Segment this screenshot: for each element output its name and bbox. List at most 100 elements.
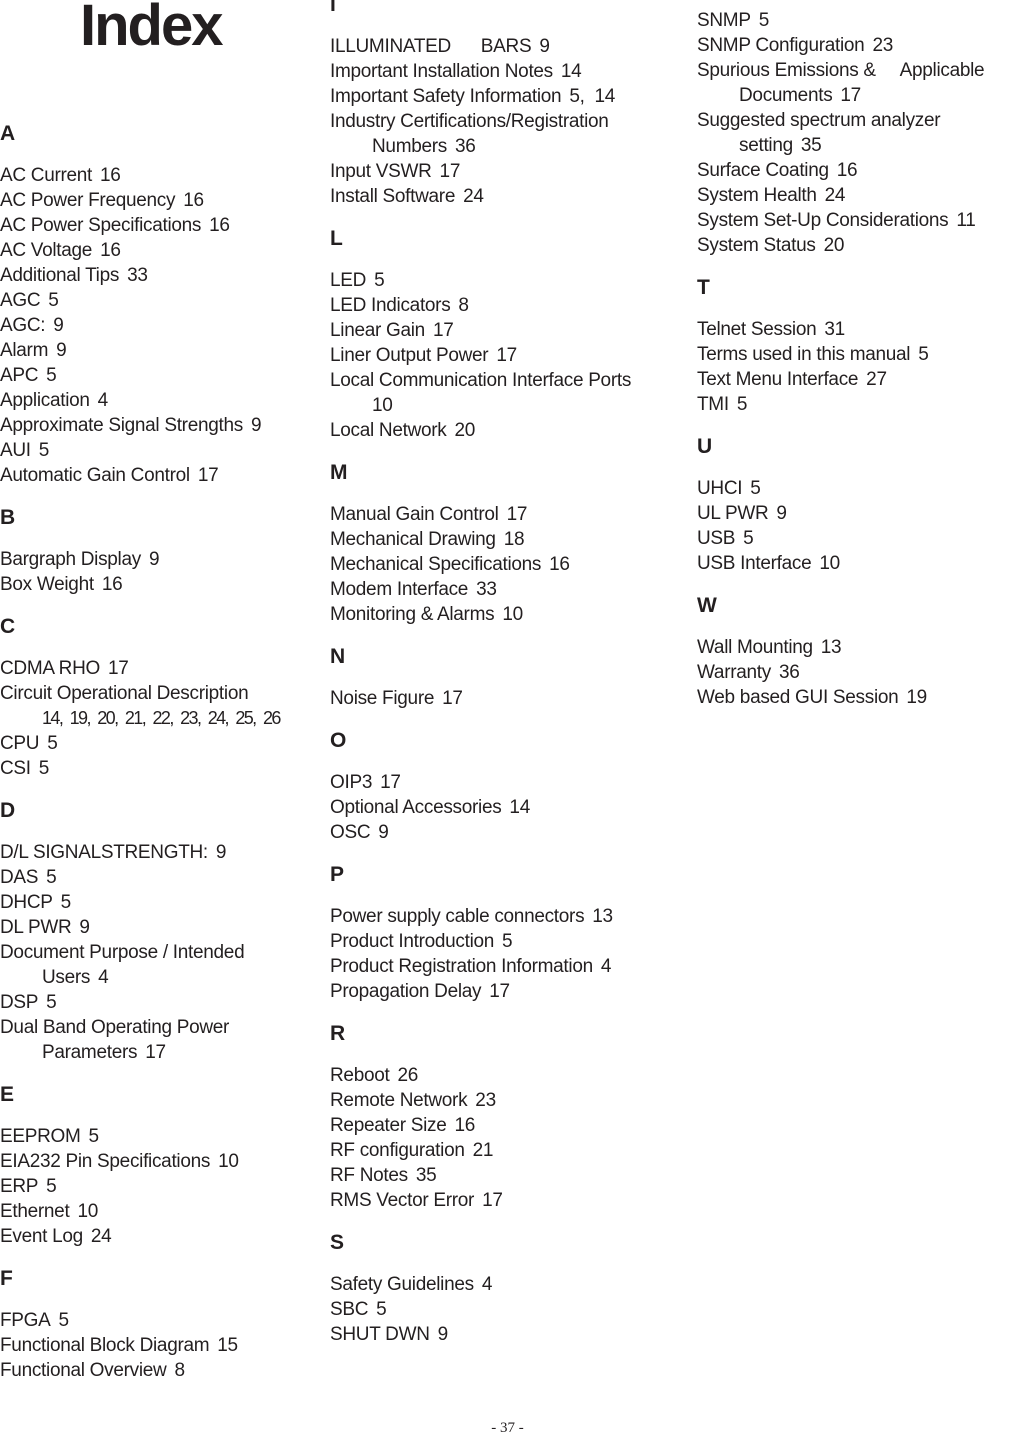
index-term: Power supply cable connectors [330,906,585,927]
index-section: R Reboot 26 Remote Network 23 Repeater Size 16… [330,1021,670,1213]
index-section: I ILLUMINATED BARS 9 Important Installation… [330,0,670,209]
index-entry: Bargraph Display 9 [0,547,325,572]
index-page-ref: 5, 14 [569,86,616,107]
index-entry-continuation: Numbers 36 [330,134,670,159]
section-letter-heading: E [0,1083,15,1106]
section-letter-heading: T [697,276,710,299]
index-term: Dual Band Operating Power [0,1017,230,1038]
index-term: RF Notes [330,1165,408,1186]
index-entry: Safety Guidelines 4 [330,1272,670,1297]
index-page-ref: 35 [415,1165,437,1186]
index-term: Repeater Size [330,1115,447,1136]
index-entry-list: SNMP 5 SNMP Configuration 23 Spurious Emissi… [697,8,1015,258]
index-column-1: A AC Current 16 AC Power Frequency 16 AC Powe… [0,121,325,1400]
index-section: M Manual Gain Control 17 Mechanical Drawing… [330,460,670,627]
index-entry: Product Registration Information 4 [330,954,670,979]
section-letter-heading: A [0,122,16,145]
index-page-ref: 5 [502,931,513,952]
index-term: AC Current [0,165,93,186]
index-page-ref: 17 [380,772,401,793]
index-page-ref: 13 [592,906,613,927]
index-page-ref: 27 [866,369,887,390]
index-page-ref: 5 [374,270,385,291]
index-term: Approximate Signal Strengths [0,415,243,436]
index-page-ref: 15 [217,1335,238,1356]
index-term: Noise Figure [330,688,435,709]
index-term: Event Log [0,1226,83,1247]
index-entry: LED Indicators 8 [330,293,670,318]
index-entry-continuation: setting 35 [697,133,1015,158]
index-entry: EEPROM 5 [0,1124,325,1149]
index-term: ERP [0,1176,39,1197]
index-term: CSI [0,758,31,779]
index-section: L LED 5 LED Indicators 8 Linear Gain 17 Liner O… [330,226,670,443]
section-letter-heading: C [0,615,16,638]
index-entry: UL PWR 9 [697,501,1015,526]
index-page-ref: 36 [778,662,800,683]
index-page-ref: 8 [174,1360,185,1381]
index-entry: Spurious Emissions & Applicable Documents… [697,58,1015,108]
index-page-ref: 9 [437,1324,449,1345]
index-term: ILLUMINATED BARS [330,36,532,57]
index-page-ref: 17 [506,504,528,525]
index-term: Circuit Operational Description [0,683,249,704]
index-page-ref: 5 [60,892,72,913]
index-page-ref: 23 [872,35,893,56]
index-entry: Product Introduction 5 [330,929,670,954]
index-entry: ILLUMINATED BARS 9 [330,34,670,59]
index-entry-list: UHCI 5 UL PWR 9 USB 5 USB Interface 10 [697,476,1015,576]
index-page-ref: 10 [218,1151,239,1172]
index-term: APC [0,365,39,386]
index-entry-continuation: 10 [330,393,670,418]
index-term: Local Communication Interface Ports [330,370,632,391]
index-term-continuation: Documents [739,85,833,106]
index-entry: OIP3 17 [330,770,670,795]
index-page-ref: 20 [823,235,845,256]
index-term: Remote Network [330,1090,468,1111]
index-page-ref: 9 [250,415,262,436]
index-page-ref: 35 [800,135,822,156]
index-entry: Reboot 26 [330,1063,670,1088]
index-section: A AC Current 16 AC Power Frequency 16 AC Powe… [0,121,325,488]
index-term: USB [697,528,736,549]
index-entry: Suggested spectrum analyzer setting 35 [697,108,1015,158]
index-entry: RF configuration 21 [330,1138,670,1163]
index-entry-list: EEPROM 5 EIA232 Pin Specifications 10 ERP 5 Et… [0,1124,325,1249]
index-entry: AC Power Frequency 16 [0,188,325,213]
index-term: Document Purpose / Intended [0,942,245,963]
index-section: N Noise Figure 17 [330,644,670,711]
index-term: Optional Accessories [330,797,502,818]
index-term: Install Software [330,186,456,207]
index-page-ref: 9 [56,340,67,361]
index-page-ref: 13 [820,637,842,658]
index-term: Reboot [330,1065,390,1086]
index-entry: Install Software 24 [330,184,670,209]
index-entry-list: D/L SIGNALSTRENGTH: 9 DAS 5 DHCP 5 DL PWR 9 Docu… [0,840,325,1065]
index-entry: Functional Block Diagram 15 [0,1333,325,1358]
index-entry-list: AC Current 16 AC Power Frequency 16 AC Power… [0,163,325,488]
index-page-ref: 9 [215,842,227,863]
index-page-ref: 10 [502,604,523,625]
index-page-ref: 17 [489,981,510,1002]
index-page-ref: 16 [183,190,204,211]
index-entry: Surface Coating 16 [697,158,1015,183]
index-entry: ERP 5 [0,1174,325,1199]
index-entry-list: Bargraph Display 9 Box Weight 16 [0,547,325,597]
index-entry: AGC 5 [0,288,325,313]
index-entry: LED 5 [330,268,670,293]
index-page-ref: 17 [432,320,454,341]
index-page-ref: 33 [476,579,497,600]
index-term: Mechanical Drawing [330,529,496,550]
index-term: TMI [697,394,729,415]
index-page-ref: 17 [197,465,219,486]
index-entry: SNMP Configuration 23 [697,33,1015,58]
index-page-ref: 5 [758,10,770,31]
index-entry-list: Reboot 26 Remote Network 23 Repeater Size 16 R… [330,1063,670,1213]
index-entry-list: CDMA RHO 17 Circuit Operational Descriptio… [0,656,325,781]
section-letter-heading: L [330,227,343,250]
index-page-ref: 16 [454,1115,476,1136]
index-term: Automatic Gain Control [0,465,190,486]
index-column-2: I ILLUMINATED BARS 9 Important Installation… [330,0,670,1364]
index-term-continuation: setting [739,135,793,156]
index-entry-continuation: Users 4 [0,965,325,990]
